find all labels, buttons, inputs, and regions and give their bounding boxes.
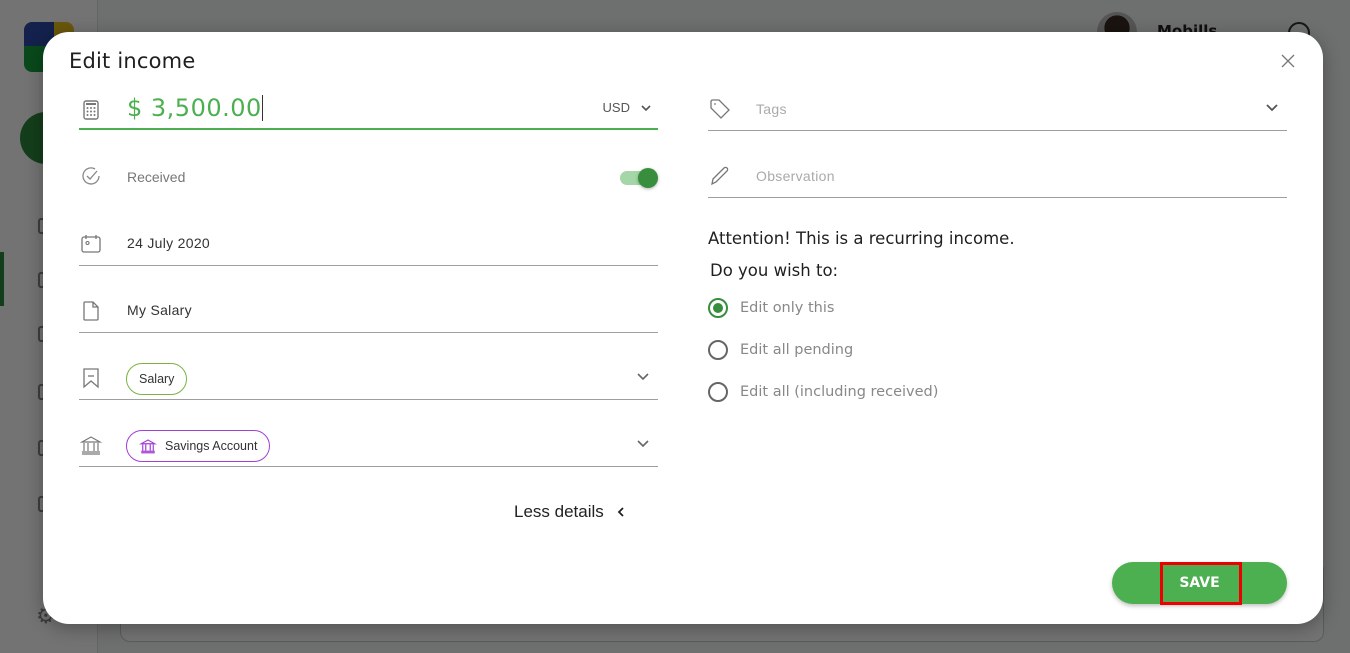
account-chip[interactable]: Savings Account	[126, 430, 271, 462]
amount-value[interactable]: $ 3,500.00	[127, 94, 263, 122]
amount-input[interactable]: $ 3,500.00 USD	[79, 92, 658, 130]
observation-input[interactable]: Observation	[708, 158, 1287, 198]
radio-button[interactable]	[708, 340, 728, 360]
chevron-down-icon	[641, 104, 651, 111]
less-details-button[interactable]: Less details	[514, 502, 626, 522]
check-circle-icon	[82, 167, 100, 185]
edit-income-dialog: Edit income $ 3,500.00 USD Received 24 J…	[43, 32, 1323, 624]
description-value: My Salary	[127, 302, 192, 318]
close-icon[interactable]	[1279, 52, 1297, 70]
radio-label: Edit only this	[740, 300, 835, 316]
currency-select[interactable]: USD	[603, 100, 652, 115]
currency-value: USD	[602, 100, 630, 115]
chevron-down-icon[interactable]	[636, 370, 650, 384]
radio-label: Edit all (including received)	[740, 384, 939, 400]
chevron-down-icon[interactable]	[636, 437, 650, 451]
radio-edit-all-including-received[interactable]: Edit all (including received)	[708, 382, 938, 402]
account-select[interactable]: Savings Account	[79, 427, 658, 467]
tag-icon	[710, 99, 730, 119]
save-button[interactable]: SAVE	[1112, 562, 1287, 604]
category-value: Salary	[139, 372, 175, 386]
tags-select[interactable]: Tags	[708, 91, 1287, 131]
radio-button-checked[interactable]	[708, 298, 728, 318]
category-chip[interactable]: Salary	[126, 363, 188, 395]
less-details-label: Less details	[514, 502, 604, 521]
received-label: Received	[127, 169, 186, 185]
calendar-icon	[81, 235, 101, 253]
document-icon	[83, 301, 99, 321]
radio-button[interactable]	[708, 382, 728, 402]
radio-edit-only-this[interactable]: Edit only this	[708, 298, 834, 318]
account-value: Savings Account	[165, 439, 258, 453]
date-field[interactable]: 24 July 2020	[79, 226, 658, 266]
dialog-title: Edit income	[69, 49, 196, 73]
tags-placeholder: Tags	[756, 101, 787, 117]
bookmark-icon	[83, 368, 99, 389]
text-caret	[261, 95, 263, 121]
radio-label: Edit all pending	[740, 342, 854, 358]
bank-icon	[79, 436, 103, 455]
received-row: Received	[79, 162, 658, 192]
observation-placeholder: Observation	[756, 168, 835, 184]
date-value: 24 July 2020	[127, 235, 210, 251]
category-select[interactable]: Salary	[79, 360, 658, 400]
description-field[interactable]: My Salary	[79, 293, 658, 333]
recurring-question: Do you wish to:	[710, 261, 839, 280]
bank-icon	[139, 439, 157, 454]
received-toggle[interactable]	[620, 167, 658, 188]
recurring-attention-text: Attention! This is a recurring income.	[708, 229, 1015, 248]
chevron-down-icon[interactable]	[1265, 101, 1279, 115]
calculator-icon	[83, 100, 99, 120]
chevron-left-icon	[617, 507, 624, 517]
pencil-icon	[711, 166, 729, 186]
radio-edit-all-pending[interactable]: Edit all pending	[708, 340, 853, 360]
